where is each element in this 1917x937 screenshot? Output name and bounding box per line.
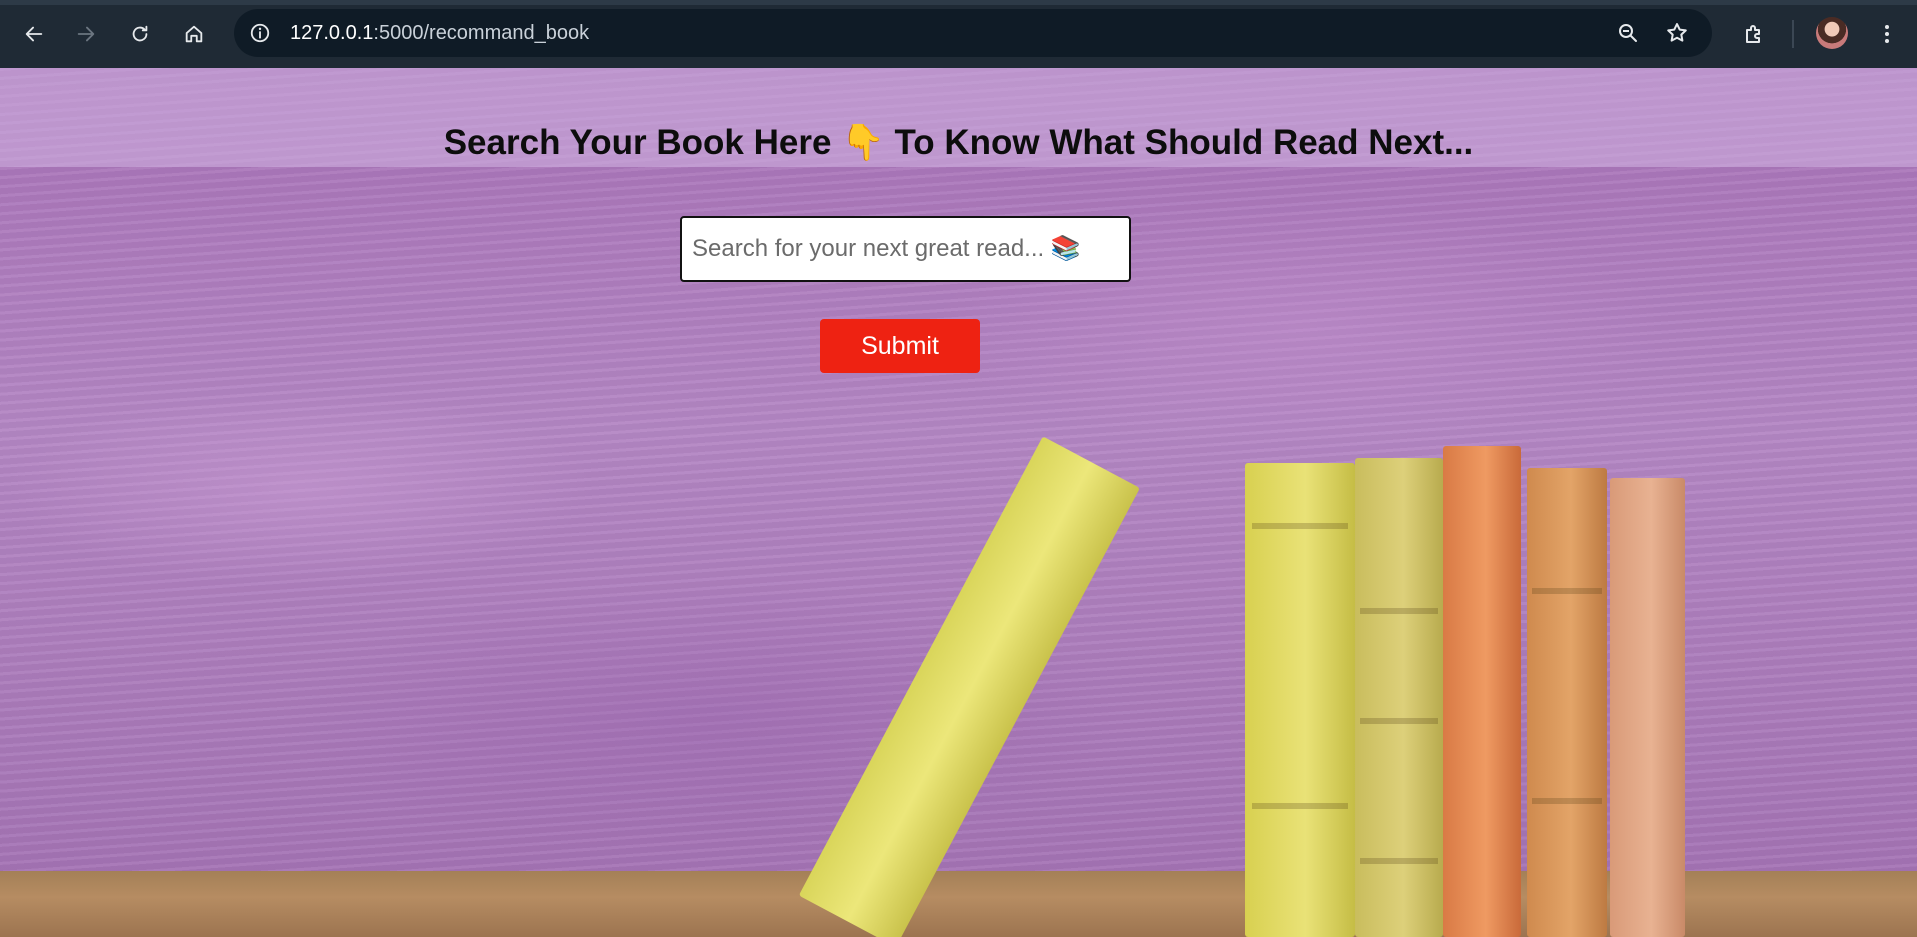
home-button[interactable] bbox=[174, 14, 214, 54]
pointing-down-icon: 👇 bbox=[841, 123, 885, 162]
page-title-lead: Search Your Book Here bbox=[443, 123, 832, 162]
site-info-button[interactable] bbox=[246, 19, 274, 47]
avatar[interactable] bbox=[1816, 17, 1848, 49]
bookmark-button[interactable] bbox=[1664, 20, 1690, 46]
page-title: Search Your Book Here 👇 To Know What Sho… bbox=[0, 122, 1917, 163]
toolbar-divider bbox=[1792, 20, 1794, 48]
submit-button[interactable]: Submit bbox=[820, 319, 980, 373]
page-viewport: Search Your Book Here 👇 To Know What Sho… bbox=[0, 68, 1917, 937]
url-path: :5000/recommand_book bbox=[373, 22, 590, 44]
more-menu-button[interactable] bbox=[1867, 14, 1907, 54]
forward-button[interactable] bbox=[66, 14, 106, 54]
book-spine-2 bbox=[1355, 458, 1443, 937]
book-spine-4 bbox=[1527, 468, 1607, 937]
browser-toolbar: 127.0.0.1:5000/recommand_book bbox=[0, 0, 1917, 68]
book-spine-1 bbox=[1245, 463, 1355, 937]
book-spine-5 bbox=[1610, 478, 1685, 937]
reload-button[interactable] bbox=[120, 14, 160, 54]
address-bar[interactable]: 127.0.0.1:5000/recommand_book bbox=[234, 9, 1712, 57]
url-text[interactable]: 127.0.0.1:5000/recommand_book bbox=[290, 22, 589, 45]
reload-icon bbox=[132, 25, 148, 42]
url-host: 127.0.0.1 bbox=[290, 22, 374, 44]
search-input[interactable] bbox=[680, 216, 1131, 282]
back-button[interactable] bbox=[14, 14, 54, 54]
back-arrow-icon bbox=[25, 26, 43, 42]
extensions-button[interactable] bbox=[1734, 14, 1774, 54]
forward-arrow-icon bbox=[77, 26, 95, 42]
zoom-button[interactable] bbox=[1615, 20, 1641, 46]
more-menu-icon bbox=[1885, 25, 1889, 43]
zoom-icon bbox=[1619, 24, 1637, 42]
extensions-icon bbox=[1746, 25, 1760, 43]
book-spine-3 bbox=[1443, 446, 1521, 937]
window-top-edge bbox=[0, 0, 1917, 5]
site-info-icon bbox=[250, 23, 270, 43]
bookmark-star-icon bbox=[1667, 23, 1687, 42]
page-title-tail: To Know What Should Read Next... bbox=[894, 123, 1474, 162]
home-icon bbox=[185, 25, 203, 43]
